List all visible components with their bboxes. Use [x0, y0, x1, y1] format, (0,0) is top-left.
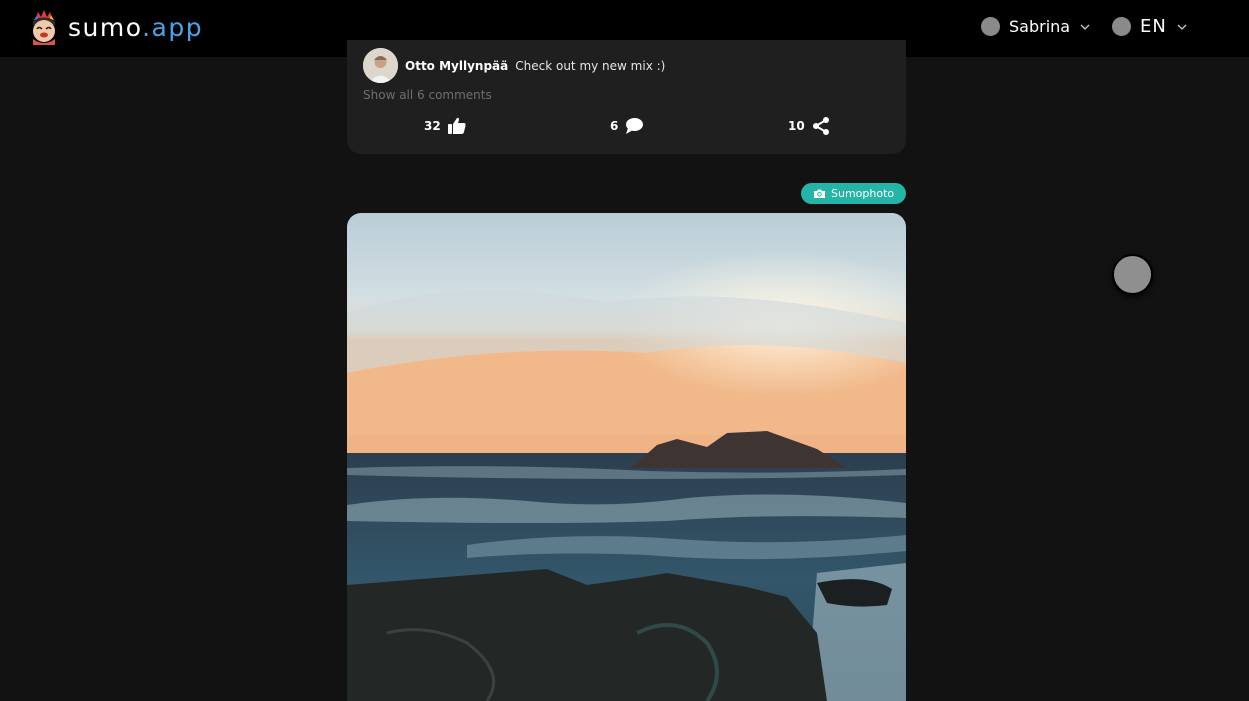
share-count: 10	[788, 119, 805, 133]
like-button[interactable]: 32	[424, 116, 467, 136]
floating-action-button[interactable]	[1112, 254, 1153, 295]
brand-name-prefix: sumo	[68, 12, 143, 42]
camera-icon	[814, 189, 825, 198]
brand-name-suffix: .app	[142, 12, 204, 42]
language-menu[interactable]: EN	[1112, 16, 1188, 37]
brand-logo[interactable]: sumo.app	[28, 8, 203, 46]
comment-author-avatar[interactable]	[363, 48, 398, 83]
user-name: Sabrina	[1009, 17, 1071, 36]
post-card: Otto Myllynpää Check out my new mix :) S…	[347, 40, 906, 154]
brand-name: sumo.app	[68, 13, 203, 42]
show-all-comments-link[interactable]: Show all 6 comments	[363, 88, 492, 102]
chevron-down-icon	[1080, 24, 1090, 30]
chevron-down-icon	[1177, 24, 1187, 30]
seascape-photo	[347, 213, 906, 701]
latest-comment: Otto Myllynpää Check out my new mix :)	[363, 48, 665, 83]
user-menu[interactable]: Sabrina	[981, 17, 1091, 36]
language-code: EN	[1140, 16, 1167, 37]
speech-bubble-icon	[626, 118, 644, 134]
share-button[interactable]: 10	[788, 116, 831, 136]
thumbs-up-icon	[447, 117, 466, 134]
sumophoto-badge[interactable]: Sumophoto	[801, 183, 907, 204]
comment-text: Check out my new mix :)	[515, 58, 666, 73]
person-photo	[363, 48, 398, 83]
badge-label: Sumophoto	[831, 187, 895, 200]
like-count: 32	[424, 119, 441, 133]
language-flag-icon	[1112, 17, 1131, 36]
user-avatar	[981, 17, 1000, 36]
comment-author-name[interactable]: Otto Myllynpää	[405, 59, 508, 73]
sumo-mascot-icon	[33, 10, 55, 45]
comment-count: 6	[610, 119, 619, 133]
post-photo[interactable]	[347, 213, 906, 701]
share-icon	[812, 117, 829, 135]
comment-button[interactable]: 6	[610, 116, 644, 136]
